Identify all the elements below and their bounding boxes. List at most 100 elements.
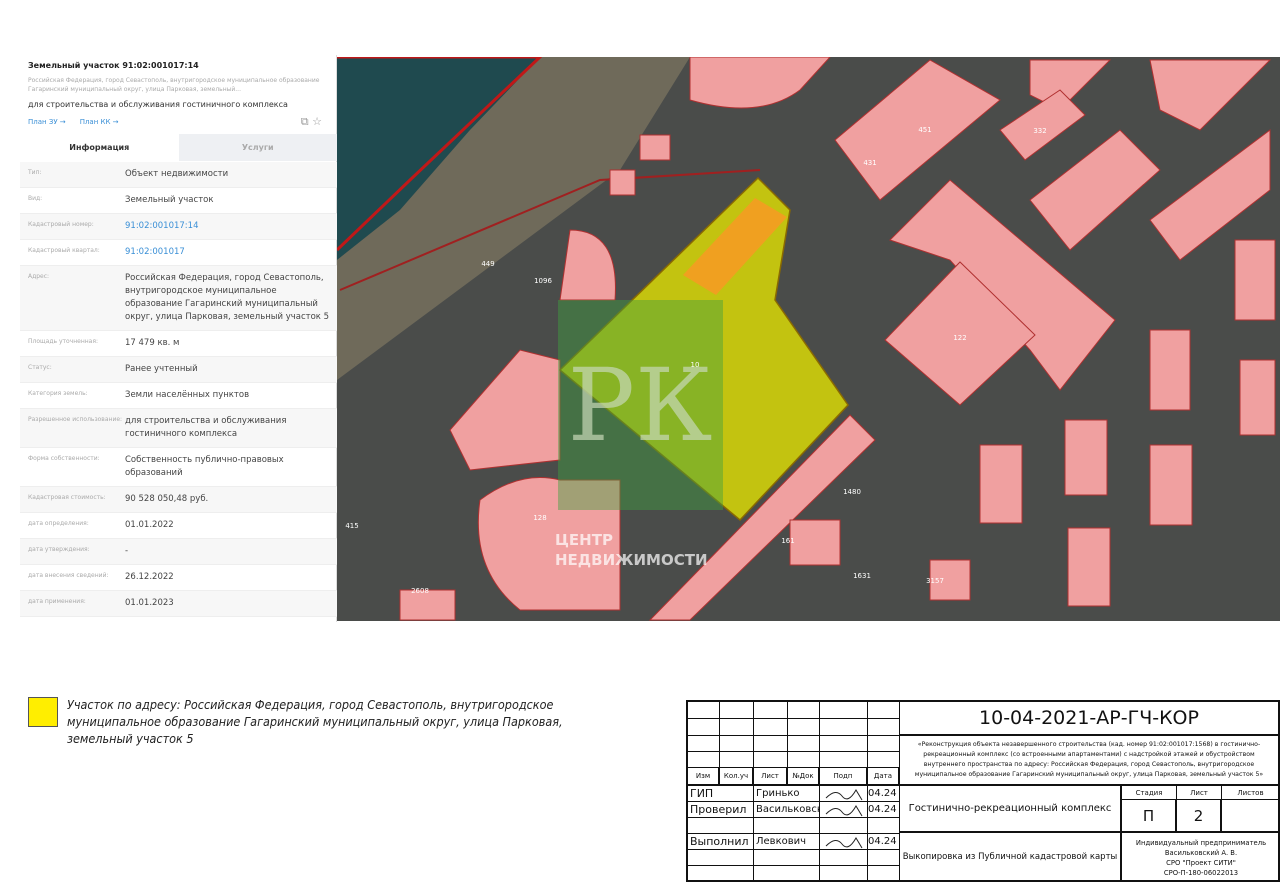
- info-label: Категория земель:: [28, 390, 88, 397]
- stamp-name: Васильковский: [754, 802, 820, 818]
- info-value: Земельный участок: [125, 195, 214, 205]
- org-line: Индивидуальный предприниматель: [1135, 838, 1267, 847]
- info-label: Форма собственности:: [28, 455, 100, 462]
- stamp-date: 04.24: [868, 802, 900, 818]
- map-label: 1631: [853, 572, 871, 580]
- map-label: 3157: [926, 577, 944, 585]
- cadastral-map[interactable]: РК ЦЕНТР НЕДВИЖИМОСТИ 431 451 332 122 10…: [337, 57, 1280, 621]
- stamp-cell: [868, 752, 900, 768]
- zoom-to-icon[interactable]: ⧉: [301, 115, 309, 128]
- star-icon[interactable]: ☆: [312, 115, 322, 128]
- info-value[interactable]: 91:02:001017:14: [125, 220, 337, 233]
- plan-zu-link[interactable]: План ЗУ →: [28, 118, 66, 126]
- stamp-cell: [754, 702, 788, 719]
- stamp-cell: [788, 702, 820, 719]
- stamp-cell: [820, 702, 868, 719]
- parcel-address: Российская Федерация, город Севастополь,…: [28, 77, 320, 93]
- signature-mark: [825, 788, 863, 800]
- sheet-header: Лист: [1177, 786, 1222, 800]
- info-label: Кадастровая стоимость:: [28, 494, 106, 501]
- stamp-cell: [754, 736, 788, 752]
- document-code: 10-04-2021-АР-ГЧ-КОР: [900, 702, 1280, 736]
- parcel-use: для строительства и обслуживания гостини…: [28, 100, 288, 109]
- info-row: Разрешенное использование: для строительс…: [20, 409, 337, 448]
- map-label: 128: [533, 514, 546, 522]
- info-value: 90 528 050,48 руб.: [125, 494, 209, 504]
- stamp-role: Проверил: [688, 802, 754, 818]
- stamp-cell: [868, 866, 900, 882]
- info-row: Форма собственности: Собственность публич…: [20, 448, 337, 487]
- parcel-title: Земельный участок 91:02:001017:14: [28, 61, 199, 70]
- info-row: Категория земель: Земли населённых пункто…: [20, 383, 337, 409]
- info-row: дата применения: 01.01.2023: [20, 591, 337, 617]
- info-label: дата утверждения:: [28, 546, 90, 553]
- info-row: дата определения: 01.01.2022: [20, 513, 337, 539]
- info-label: Кадастровый номер:: [28, 221, 94, 228]
- stamp-header-cell: Дата: [868, 768, 900, 786]
- signature: [820, 834, 868, 850]
- info-table: Тип: Объект недвижимости Вид: Земельный уча…: [20, 162, 337, 617]
- info-label: Вид:: [28, 195, 43, 202]
- info-label: Разрешенное использование:: [28, 416, 123, 423]
- stamp-cell: [688, 736, 720, 752]
- stamp-header-cell: №Док: [788, 768, 820, 786]
- info-value: Собственность публично-правовых образова…: [125, 455, 284, 478]
- stamp-cell: [820, 719, 868, 736]
- stamp-cell: [720, 702, 754, 719]
- info-value: для строительства и обслуживания гостини…: [125, 416, 287, 439]
- info-row: дата утверждения: -: [20, 539, 337, 565]
- map-label: 332: [1033, 127, 1046, 135]
- stamp-role: Выполнил: [688, 834, 754, 850]
- info-row: Тип: Объект недвижимости: [20, 162, 337, 188]
- stamp-cell: [820, 866, 868, 882]
- map-label: 451: [918, 126, 931, 134]
- stamp-cell: [688, 752, 720, 768]
- stamp-role: ГИП: [688, 786, 754, 802]
- info-row: Адрес: Российская Федерация, город Севаст…: [20, 266, 337, 331]
- stamp-cell: [688, 850, 754, 866]
- org-line: СРО-П-180-06022013: [1163, 868, 1239, 877]
- legend-text: Участок по адресу: Российская Федерация,…: [67, 697, 563, 746]
- watermark-text-1: ЦЕНТР: [555, 531, 613, 549]
- info-row: Кадастровый номер: 91:02:001017:14: [20, 214, 337, 240]
- info-label: Адрес:: [28, 273, 50, 280]
- stamp-cell: [754, 752, 788, 768]
- info-value[interactable]: 91:02:001017: [125, 246, 337, 259]
- stamp-cell: [868, 702, 900, 719]
- stamp-header-cell: Кол.уч: [720, 768, 754, 786]
- signature-mark: [825, 836, 863, 848]
- map-label: 449: [481, 260, 494, 268]
- stamp-cell: [688, 818, 754, 834]
- sheets-value: [1222, 800, 1280, 833]
- map-label: 1480: [843, 488, 861, 496]
- watermark-text-2: НЕДВИЖИМОСТИ: [555, 551, 708, 569]
- stamp-name: Левкович: [754, 834, 820, 850]
- map-label: 10: [691, 361, 700, 369]
- map-label: 431: [863, 159, 876, 167]
- plan-kk-link[interactable]: План КК →: [80, 118, 119, 126]
- info-value: 26.12.2022: [125, 572, 174, 582]
- stamp-cell: [688, 866, 754, 882]
- org-line: СРО "Проект СИТИ": [1166, 858, 1236, 867]
- org-line: Васильковский А. В.: [1164, 848, 1238, 857]
- info-row: Площадь уточненная: 17 479 кв. м: [20, 331, 337, 357]
- info-value: Земли населённых пунктов: [125, 390, 250, 400]
- stamp-header-cell: Лист: [754, 768, 788, 786]
- info-value: -: [125, 546, 129, 556]
- tab-services[interactable]: Услуги: [178, 134, 337, 161]
- stamp-header-cell: Изм: [688, 768, 720, 786]
- info-value: 01.01.2022: [125, 520, 174, 530]
- sheet-value: 2: [1177, 800, 1222, 833]
- stamp-cell: [868, 719, 900, 736]
- info-value: Объект недвижимости: [125, 169, 229, 179]
- sheets-header: Листов: [1222, 786, 1280, 800]
- tab-information[interactable]: Информация: [20, 134, 179, 161]
- stamp-cell: [720, 752, 754, 768]
- info-value: 17 479 кв. м: [125, 338, 180, 348]
- stamp-header-cell: Подп: [820, 768, 868, 786]
- signature: [820, 786, 868, 802]
- stamp-cell: [820, 850, 868, 866]
- stamp-cell: [688, 702, 720, 719]
- stamp-cell: [754, 850, 820, 866]
- info-row: Вид: Земельный участок: [20, 188, 337, 214]
